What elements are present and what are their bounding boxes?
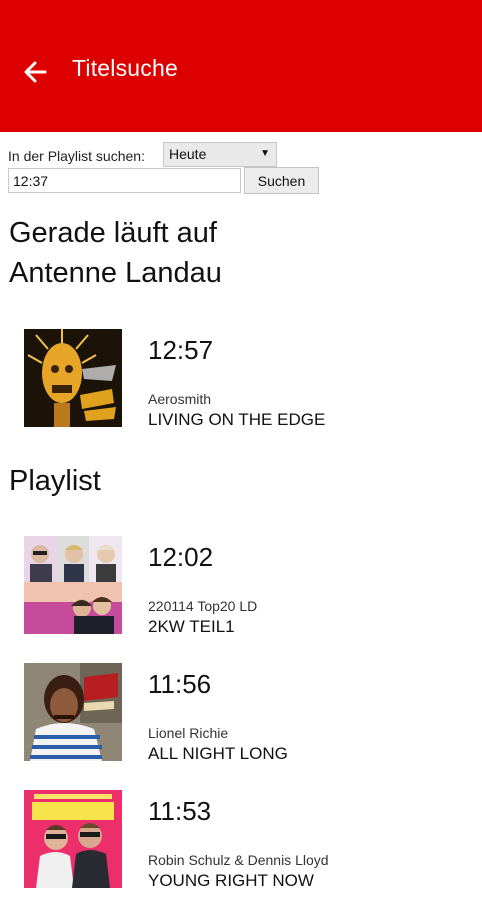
back-button[interactable] bbox=[20, 57, 50, 87]
playlist-item[interactable]: 11:56 Lionel Richie ALL NIGHT LONG bbox=[0, 663, 482, 763]
track-time: 11:56 bbox=[148, 669, 212, 699]
track-time: 12:57 bbox=[148, 335, 214, 365]
app-bar: Titelsuche bbox=[0, 0, 482, 132]
time-input[interactable] bbox=[8, 168, 241, 193]
track-artist: Lionel Richie bbox=[148, 725, 229, 741]
track-artist: 220114 Top20 LD bbox=[148, 598, 258, 614]
track-title: YOUNG RIGHT NOW bbox=[148, 871, 314, 890]
album-cover bbox=[24, 790, 122, 888]
track-title: ALL NIGHT LONG bbox=[148, 744, 288, 763]
playlist-heading: Playlist bbox=[9, 465, 101, 497]
track-time: 12:02 bbox=[148, 542, 214, 572]
album-cover bbox=[24, 536, 122, 634]
track-artist: Aerosmith bbox=[148, 391, 212, 407]
playlist-item[interactable]: 11:53 Robin Schulz & Dennis Lloyd YOUNG … bbox=[0, 790, 482, 890]
album-cover bbox=[24, 663, 122, 761]
dropdown-arrow-icon: ▼ bbox=[260, 148, 270, 159]
album-cover bbox=[24, 329, 122, 427]
day-select[interactable]: Heute ▼ bbox=[163, 142, 277, 167]
now-playing-heading: Gerade läuft auf Antenne Landau bbox=[9, 217, 222, 289]
now-playing-track[interactable]: 12:57 Aerosmith LIVING ON THE EDGE bbox=[0, 329, 482, 429]
track-title: 2KW TEIL1 bbox=[148, 617, 235, 636]
track-title: LIVING ON THE EDGE bbox=[148, 410, 326, 429]
playlist-item[interactable]: 12:02 220114 Top20 LD 2KW TEIL1 bbox=[0, 536, 482, 636]
day-select-value: Heute bbox=[169, 146, 207, 162]
page-title: Titelsuche bbox=[72, 55, 178, 81]
arrow-left-icon bbox=[24, 61, 47, 83]
search-button[interactable]: Suchen bbox=[244, 167, 319, 194]
track-artist: Robin Schulz & Dennis Lloyd bbox=[148, 852, 329, 868]
track-time: 11:53 bbox=[148, 796, 212, 826]
search-label: In der Playlist suchen: bbox=[8, 148, 145, 164]
